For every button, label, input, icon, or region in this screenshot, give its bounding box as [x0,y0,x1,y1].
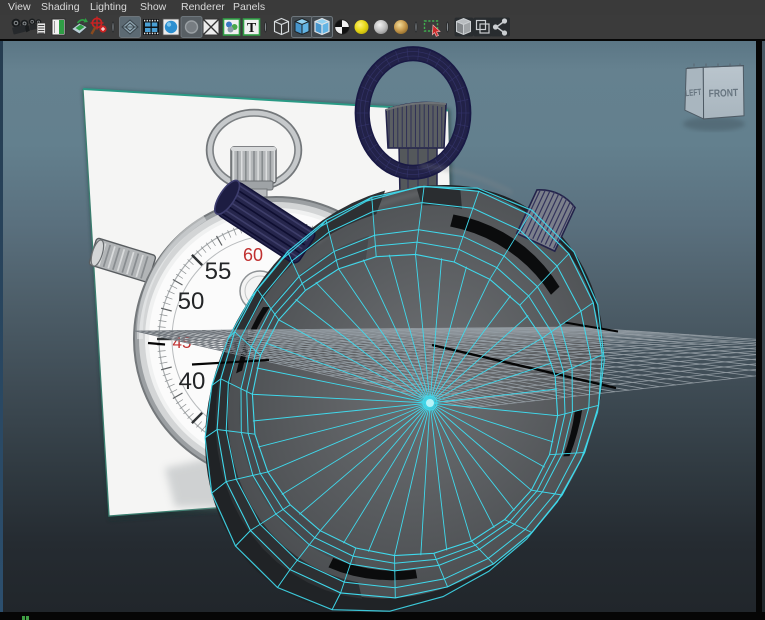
svg-text:55: 55 [205,258,232,285]
svg-text:60: 60 [243,245,263,265]
svg-text:50: 50 [178,288,205,315]
svg-text:LEFT: LEFT [685,87,702,99]
svg-text:40: 40 [179,368,206,395]
svg-text:FRONT: FRONT [708,87,738,100]
